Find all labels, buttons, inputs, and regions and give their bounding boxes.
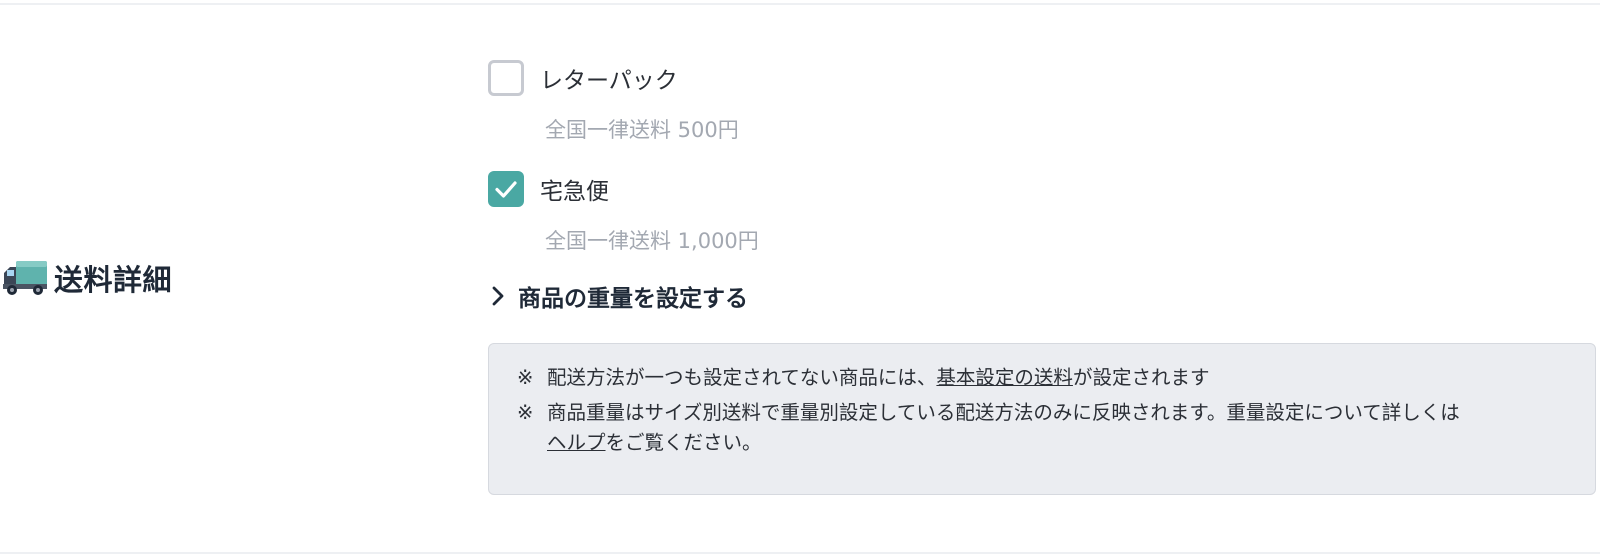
letterpack-fee-note: 全国一律送料 500円: [545, 118, 739, 142]
truck-icon: [3, 261, 47, 295]
shipping-option-takkyubin[interactable]: 宅急便: [488, 171, 609, 207]
shipping-option-letterpack[interactable]: レターパック: [488, 60, 678, 96]
help-link[interactable]: ヘルプ: [547, 431, 606, 454]
letterpack-checkbox[interactable]: [488, 60, 524, 96]
note-text: が設定されます: [1072, 366, 1210, 389]
set-weight-label[interactable]: 商品の重量を設定する: [518, 279, 748, 313]
bottom-divider: [0, 552, 1600, 554]
section-heading: 送料詳細: [2, 258, 172, 298]
basic-shipping-settings-link[interactable]: 基本設定の送料: [936, 366, 1073, 389]
note-body: 商品重量はサイズ別送料で重量別設定している配送方法のみに反映されます。重量設定に…: [547, 398, 1567, 458]
set-weight-toggle[interactable]: 商品の重量を設定する: [490, 278, 748, 314]
chevron-right-icon: [492, 286, 504, 306]
notice-line-default-shipping: ※ 配送方法が一つも設定されてない商品には、基本設定の送料が設定されます: [517, 363, 1567, 393]
takkyubin-label[interactable]: 宅急便: [540, 172, 609, 206]
note-body: 配送方法が一つも設定されてない商品には、基本設定の送料が設定されます: [547, 363, 1567, 393]
section-title: 送料詳細: [54, 263, 173, 297]
note-mark: ※: [517, 366, 534, 389]
top-divider: [0, 3, 1600, 5]
checkmark-icon: [495, 181, 517, 198]
note-text: 配送方法が一つも設定されてない商品には、: [547, 366, 937, 389]
note-text: 商品重量はサイズ別送料で重量別設定している配送方法のみに反映されます。重量設定に…: [547, 401, 1460, 424]
takkyubin-fee-note: 全国一律送料 1,000円: [545, 229, 759, 253]
info-notice: ※ 配送方法が一つも設定されてない商品には、基本設定の送料が設定されます ※ 商…: [488, 343, 1596, 495]
notice-line-weight: ※ 商品重量はサイズ別送料で重量別設定している配送方法のみに反映されます。重量設…: [517, 398, 1567, 458]
note-mark: ※: [517, 401, 534, 424]
letterpack-label[interactable]: レターパック: [540, 61, 678, 95]
note-text: をご覧ください。: [605, 431, 762, 454]
takkyubin-checkbox[interactable]: [488, 171, 524, 207]
